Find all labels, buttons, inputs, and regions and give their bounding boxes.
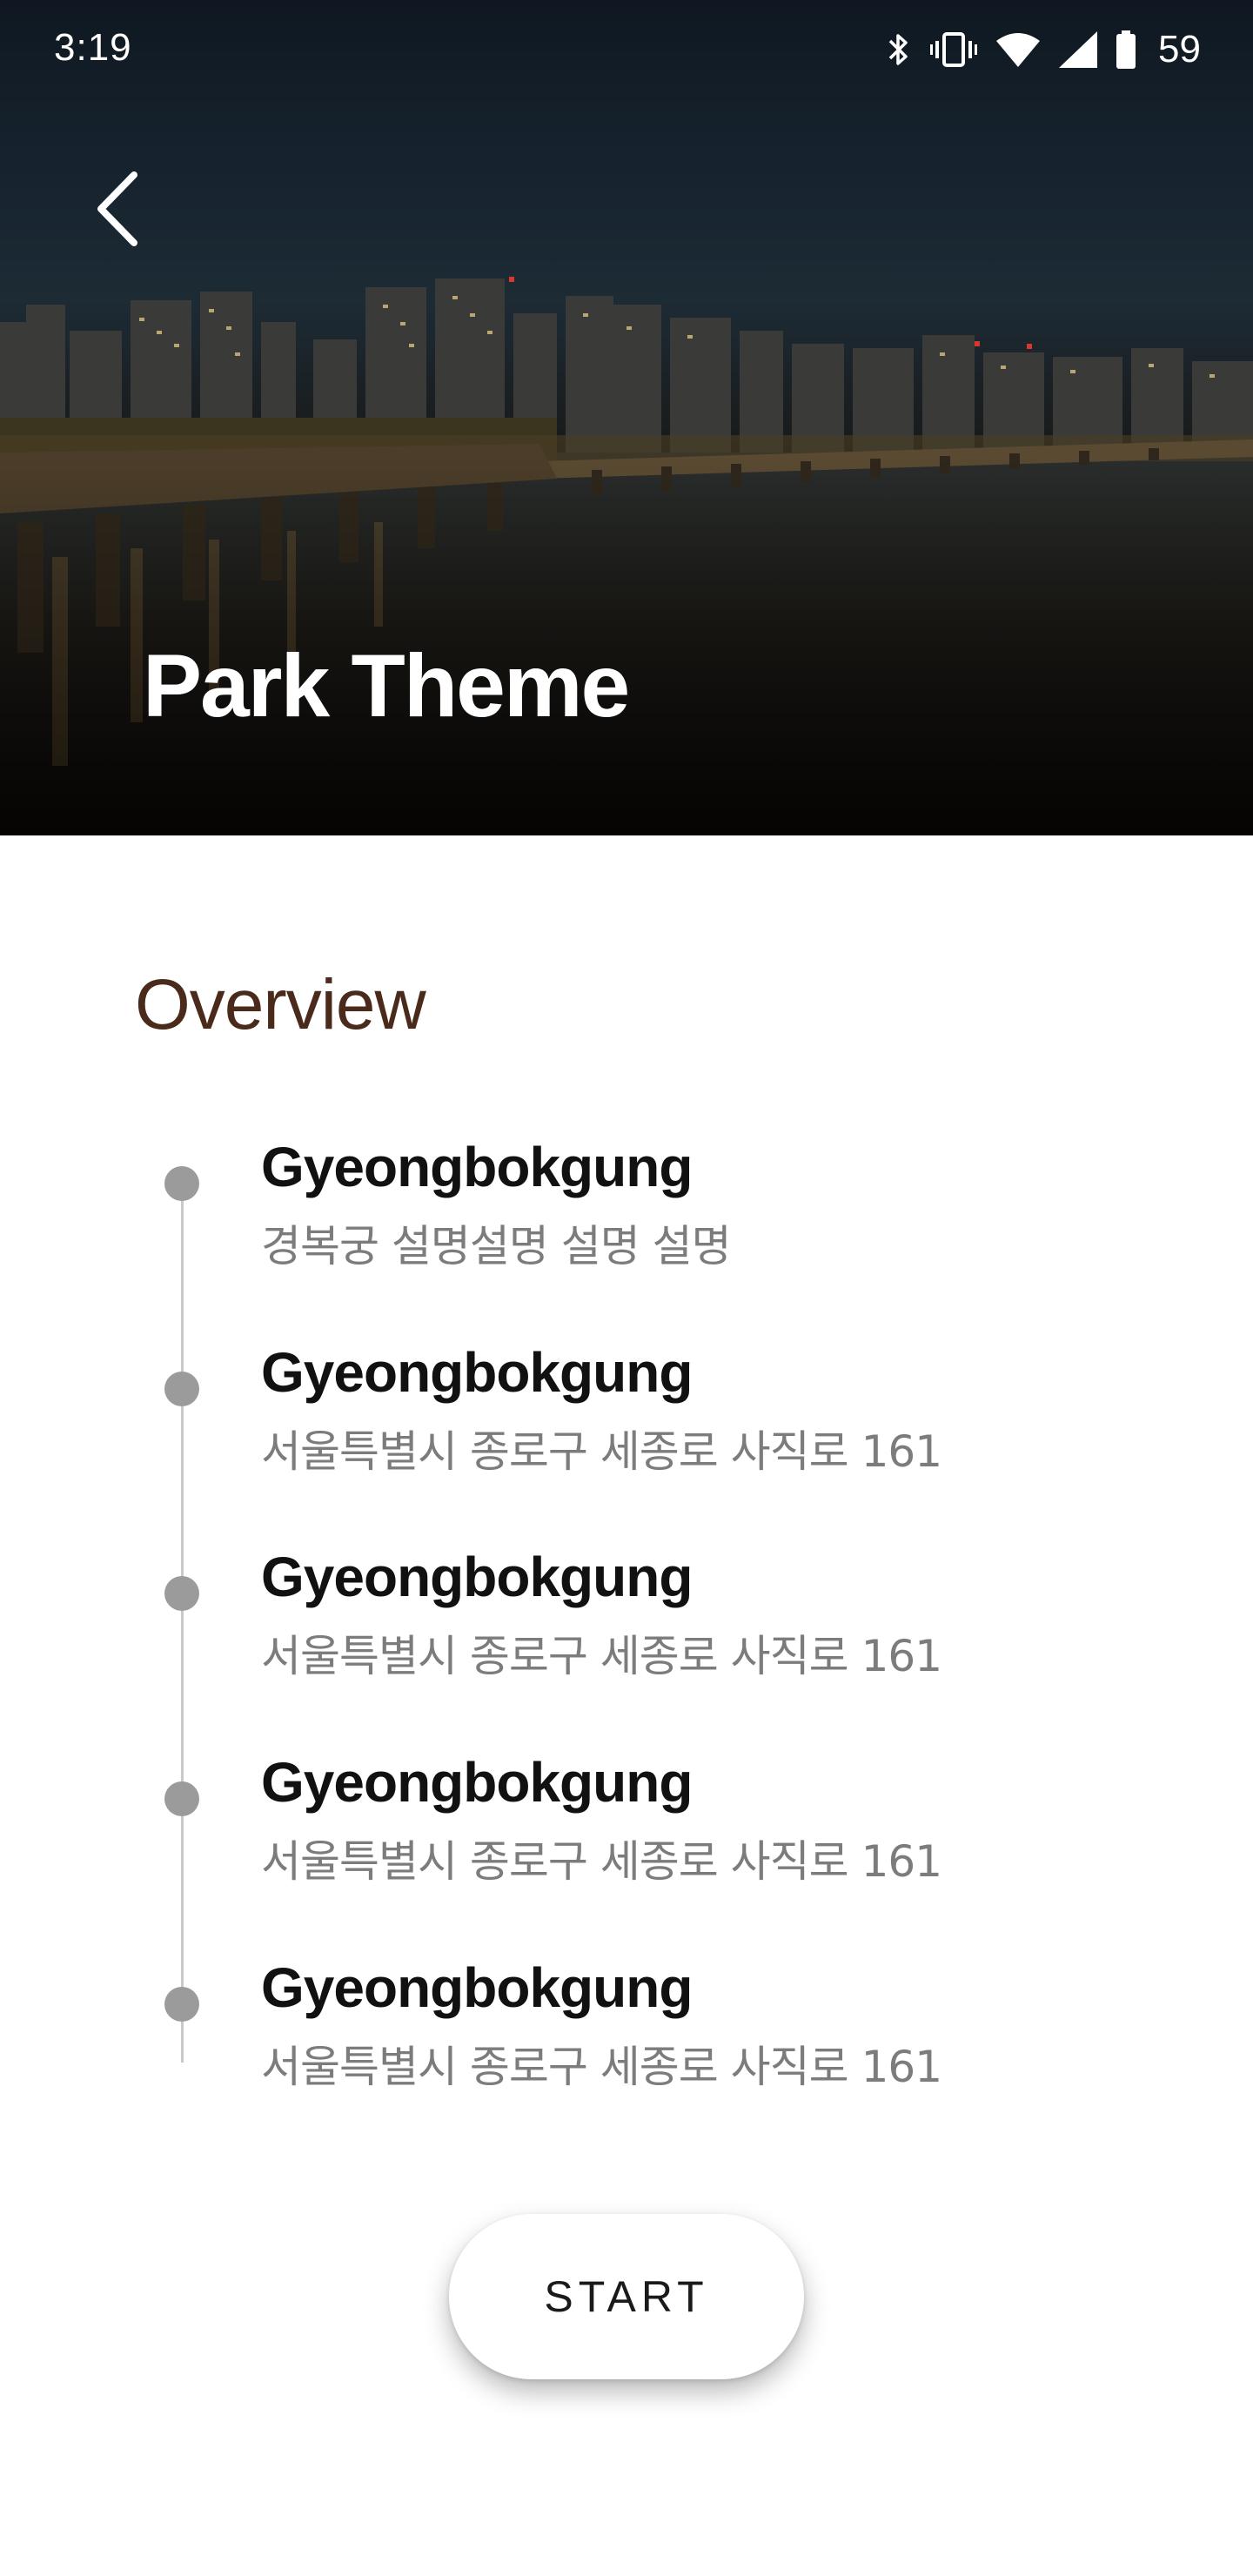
timeline-stop[interactable]: Gyeongbokgung 서울특별시 종로구 세종로 사직로 161 [0, 1952, 1253, 2126]
timeline-stop[interactable]: Gyeongbokgung 서울특별시 종로구 세종로 사직로 161 [0, 1337, 1253, 1511]
stop-description: 서울특별시 종로구 세종로 사직로 161 [261, 2042, 942, 2092]
start-button[interactable]: START [449, 2214, 804, 2379]
wifi-icon [996, 32, 1041, 67]
start-button-label: START [544, 2272, 709, 2321]
overview-timeline: Gyeongbokgung 경복궁 설명설명 설명 설명 Gyeongbokgu… [0, 1131, 1253, 2115]
stop-name: Gyeongbokgung [261, 1341, 693, 1404]
timeline-dot [164, 1166, 199, 1201]
status-time: 3:19 [54, 26, 132, 69]
timeline-dot [164, 1987, 199, 2022]
bluetooth-icon [887, 30, 911, 69]
status-bar: 3:19 59 [0, 0, 1253, 97]
timeline-stop[interactable]: Gyeongbokgung 서울특별시 종로구 세종로 사직로 161 [0, 1541, 1253, 1715]
battery-level: 59 [1158, 28, 1201, 70]
status-icons: 59 [887, 26, 1201, 73]
stop-name: Gyeongbokgung [261, 1546, 693, 1608]
page-title: Park Theme [143, 636, 630, 735]
timeline-dot [164, 1576, 199, 1611]
timeline-stop[interactable]: Gyeongbokgung 서울특별시 종로구 세종로 사직로 161 [0, 1747, 1253, 1921]
timeline-dot [164, 1372, 199, 1406]
battery-icon [1116, 30, 1136, 69]
back-arrow-icon [97, 171, 137, 246]
signal-icon [1059, 31, 1098, 68]
stop-name: Gyeongbokgung [261, 1751, 693, 1814]
timeline-stop[interactable]: Gyeongbokgung 경복궁 설명설명 설명 설명 [0, 1131, 1253, 1305]
back-button[interactable] [84, 157, 153, 261]
vibrate-icon [930, 30, 978, 69]
stop-description: 서울특별시 종로구 세종로 사직로 161 [261, 1426, 942, 1477]
timeline-dot [164, 1781, 199, 1816]
hero-image: 3:19 59 Park Theme [0, 0, 1253, 835]
stop-name: Gyeongbokgung [261, 1956, 693, 2019]
stop-name: Gyeongbokgung [261, 1136, 693, 1198]
stop-description: 서울특별시 종로구 세종로 사직로 161 [261, 1631, 942, 1681]
overview-heading: Overview [135, 965, 426, 1044]
stop-description: 경복궁 설명설명 설명 설명 [261, 1221, 732, 1271]
stop-description: 서울특별시 종로구 세종로 사직로 161 [261, 1836, 942, 1887]
